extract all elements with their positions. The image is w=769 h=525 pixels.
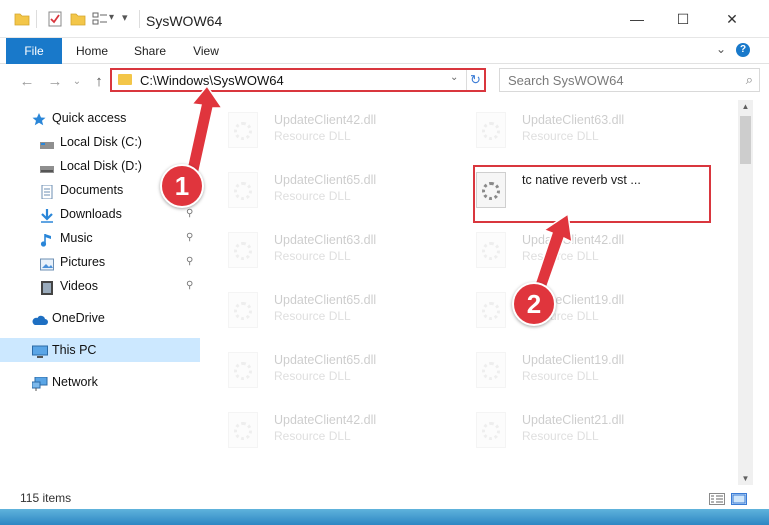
annotation-arrows [185, 84, 573, 294]
arrow-1 [185, 84, 224, 177]
step-2-badge: 2 [512, 282, 556, 326]
arrow-2 [533, 212, 573, 294]
step-1-badge: 1 [160, 164, 204, 208]
